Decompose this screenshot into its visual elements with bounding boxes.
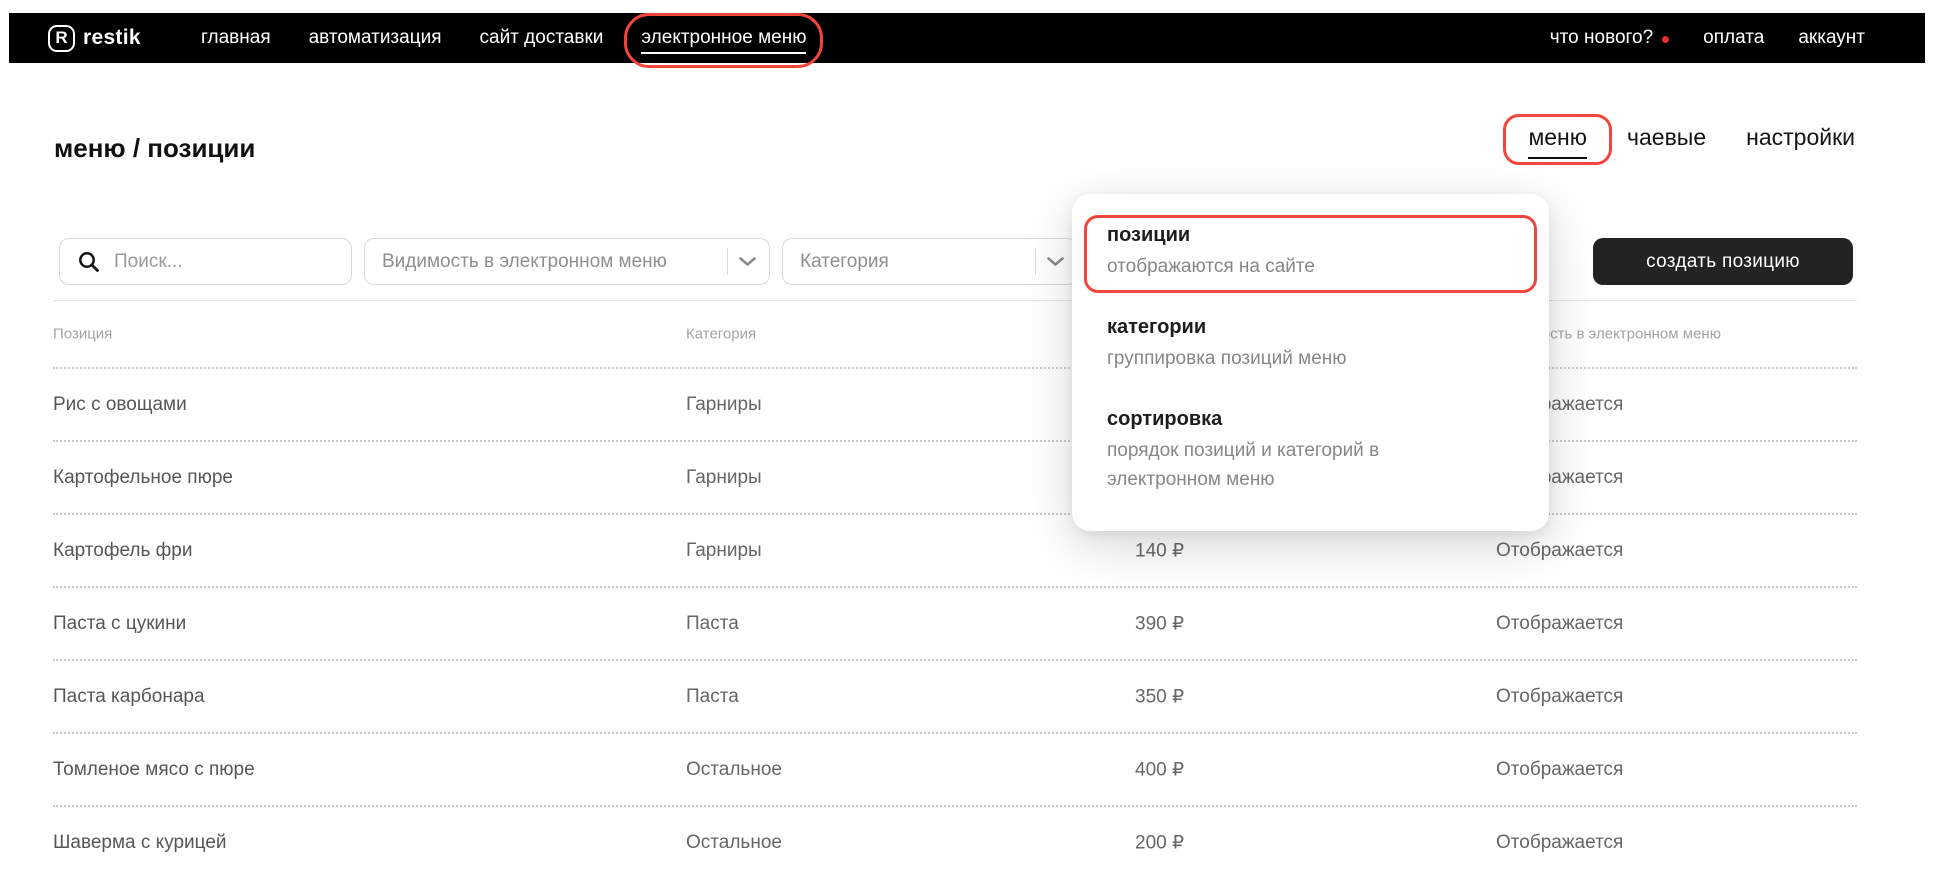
menu-item-title: сортировка [1107,408,1514,431]
cell-category: Паста [686,686,739,708]
section-tabs: меню чаевые настройки [1528,124,1855,151]
chevron-down-icon [1036,256,1077,267]
nav-item-payment[interactable]: оплата [1703,27,1764,49]
cell-category: Гарниры [686,467,762,489]
cell-position-name: Томленое мясо с пюре [53,759,255,781]
page-title: меню / позиции [54,133,255,164]
cell-category: Гарниры [686,394,762,416]
cell-position-name: Паста с цукини [53,613,186,635]
table-body: Рис с овощами Гарниры Отображается Карто… [53,367,1857,876]
menu-item-title: позиции [1107,224,1514,247]
cell-visibility: Отображается [1496,686,1623,708]
cell-category: Паста [686,613,739,635]
cell-price: 140 ₽ [1135,539,1184,562]
search-input[interactable] [114,251,314,273]
nav-item-label: сайт доставки [480,27,604,48]
nav-item[interactable]: автоматизация [309,27,442,49]
menu-item-subtitle: порядок позиций и категорий в электронно… [1107,436,1442,494]
nav-item-account[interactable]: аккаунт [1798,27,1865,49]
cell-visibility: Отображается [1496,759,1623,781]
tab-label: меню [1528,124,1587,159]
cell-position-name: Картофельное пюре [53,467,233,489]
topbar-right-nav: что нового? оплата аккаунт [1550,13,1865,63]
whats-new-label: что нового? [1550,27,1653,48]
table-row[interactable]: Шаверма с курицей Остальное 200 ₽ Отобра… [53,805,1857,876]
restik-logo[interactable]: R restik [48,13,141,63]
cell-position-name: Картофель фри [53,540,193,562]
nav-item[interactable]: главная [201,27,271,49]
nav-item-label: автоматизация [309,27,442,48]
notification-dot [1662,36,1669,43]
chevron-down-icon [728,256,769,267]
cell-position-name: Рис с овощами [53,394,187,416]
logo-text: restik [83,26,141,50]
menu-dropdown-panel: позиции отображаются на сайте категории … [1072,194,1549,531]
nav-item-whats-new[interactable]: что нового? [1550,27,1669,49]
tab-label: чаевые [1627,124,1706,150]
menu-dropdown-item[interactable]: сортировка порядок позиций и категорий в… [1084,399,1537,506]
table-row[interactable]: Паста с цукини Паста 390 ₽ Отображается [53,586,1857,659]
positions-table: Позиция Категория Видимость в электронно… [53,300,1857,876]
table-header-row: Позиция Категория Видимость в электронно… [53,301,1857,367]
search-icon [77,250,101,274]
category-filter-label: Категория [783,251,1035,273]
menu-dropdown-item[interactable]: позиции отображаются на сайте [1084,215,1537,293]
cell-category: Остальное [686,832,782,854]
main-nav: главная автоматизация сайт доставки элек… [201,13,806,63]
cell-price: 200 ₽ [1135,831,1184,854]
filter-row: Видимость в электронном меню Категория с… [0,238,1934,285]
table-row[interactable]: Томленое мясо с пюре Остальное 400 ₽ Ото… [53,732,1857,805]
visibility-filter-label: Видимость в электронном меню [365,251,727,273]
table-row[interactable]: Паста карбонара Паста 350 ₽ Отображается [53,659,1857,732]
cell-price: 400 ₽ [1135,758,1184,781]
nav-item-label: главная [201,27,271,48]
cell-price: 350 ₽ [1135,685,1184,708]
cell-visibility: Отображается [1496,613,1623,635]
topbar: R restik главная автоматизация сайт дост… [9,13,1925,63]
tab[interactable]: настройки [1746,124,1855,151]
cell-visibility: Отображается [1496,540,1623,562]
tab[interactable]: меню [1528,124,1587,151]
cell-visibility: Отображается [1496,832,1623,854]
column-header-position: Позиция [53,326,112,343]
category-filter-select[interactable]: Категория [782,238,1078,285]
column-header-category: Категория [686,326,756,343]
menu-dropdown-item[interactable]: категории группировка позиций меню [1084,307,1537,385]
menu-item-subtitle: группировка позиций меню [1107,344,1442,373]
nav-item[interactable]: сайт доставки [480,27,604,49]
table-row[interactable]: Картофель фри Гарниры 140 ₽ Отображается [53,513,1857,586]
nav-item[interactable]: электронное меню [641,27,806,49]
table-row[interactable]: Рис с овощами Гарниры Отображается [53,367,1857,440]
search-box[interactable] [59,238,352,285]
visibility-filter-select[interactable]: Видимость в электронном меню [364,238,770,285]
tab[interactable]: чаевые [1627,124,1706,151]
cell-position-name: Шаверма с курицей [53,832,227,854]
nav-item-label: электронное меню [641,27,806,54]
restik-logo-icon: R [48,25,75,52]
cell-category: Остальное [686,759,782,781]
tab-label: настройки [1746,124,1855,150]
cell-category: Гарниры [686,540,762,562]
menu-item-subtitle: отображаются на сайте [1107,252,1442,281]
cell-position-name: Паста карбонара [53,686,205,708]
cell-price: 390 ₽ [1135,612,1184,635]
table-row[interactable]: Картофельное пюре Гарниры Отображается [53,440,1857,513]
app: R restik главная автоматизация сайт дост… [0,0,1934,876]
menu-item-title: категории [1107,316,1514,339]
create-position-button[interactable]: создать позицию [1593,238,1853,285]
